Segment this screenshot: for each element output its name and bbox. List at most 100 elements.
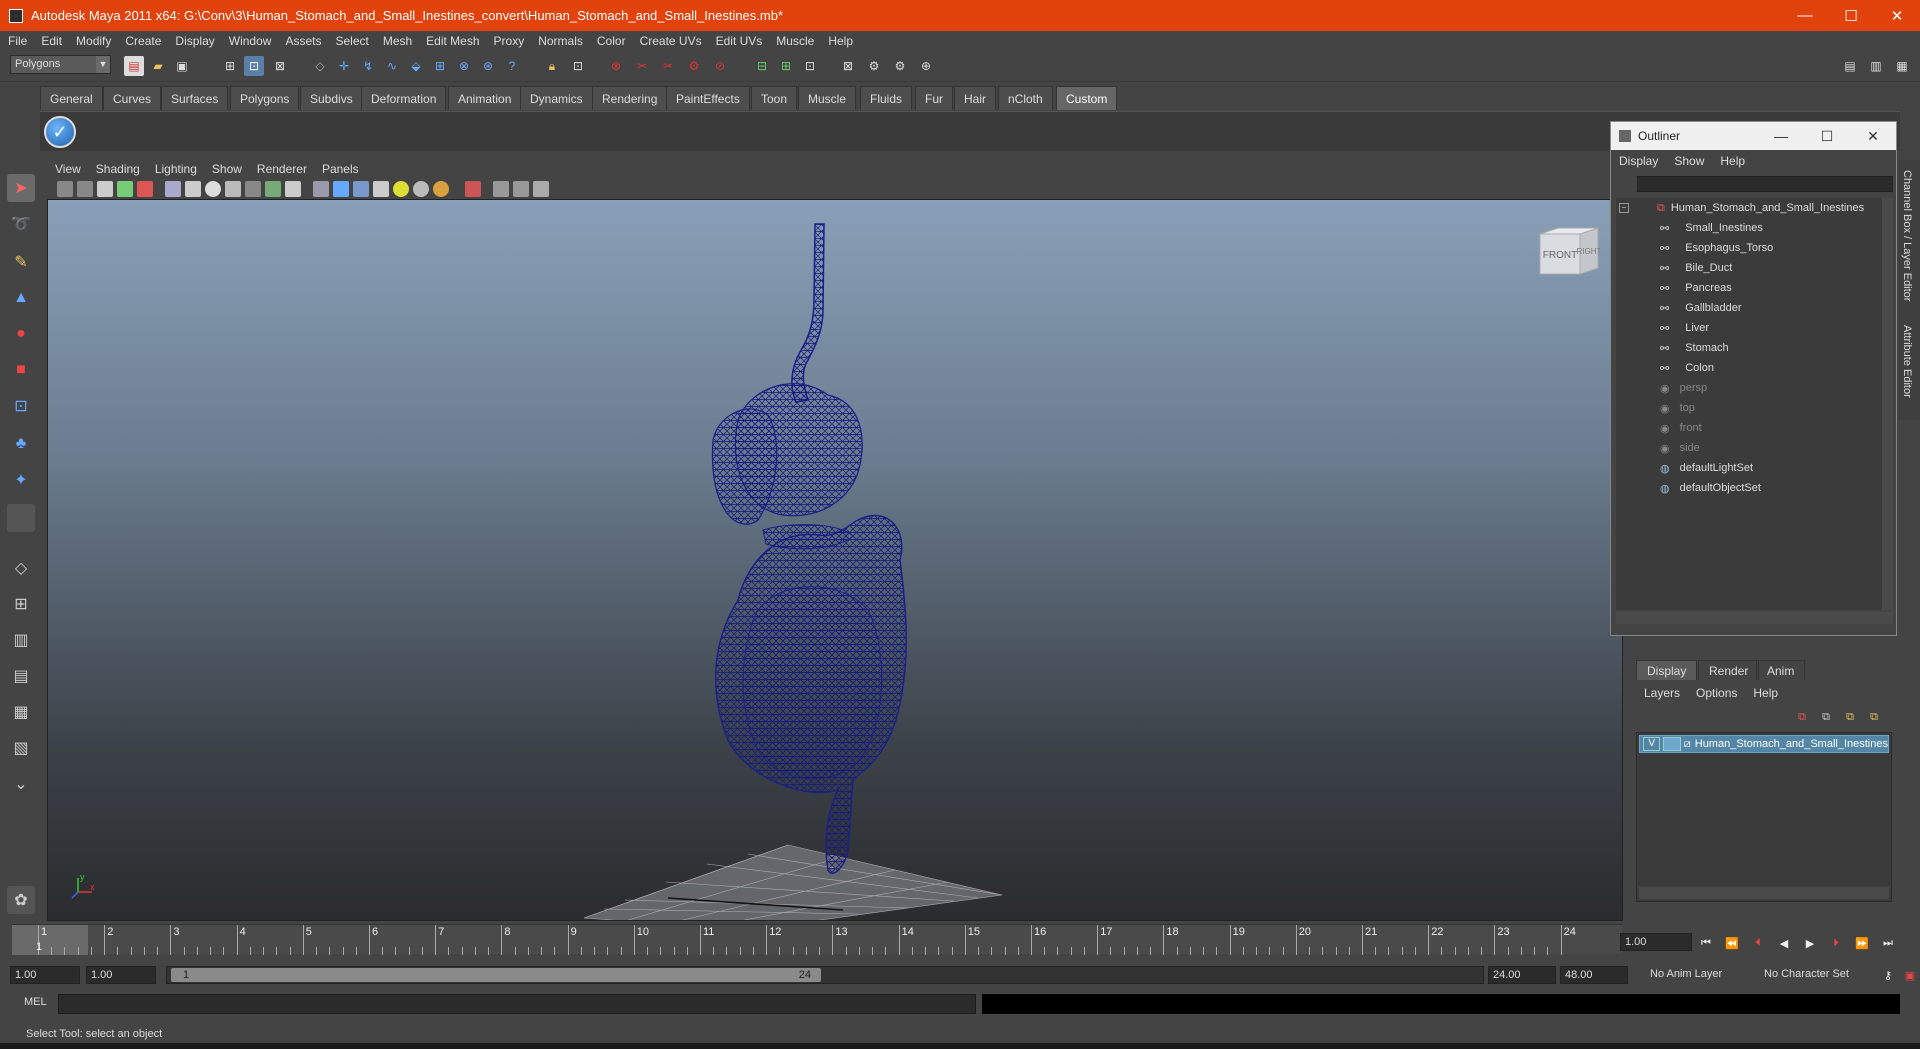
minimize-button[interactable]: — bbox=[1782, 0, 1828, 31]
time-slider[interactable]: 1 2 3 4 5 6 7 8 9 10 11 12 13 14 15 16 17 18 19 20 21 22 23 24 … bbox=[12, 924, 1622, 955]
menu-help[interactable]: Help bbox=[828, 34, 853, 48]
lasso-tool-icon[interactable]: ➰ bbox=[7, 210, 35, 238]
outliner-search-input[interactable] bbox=[1637, 176, 1893, 192]
show-hide-icon[interactable]: ⊟ bbox=[752, 56, 772, 76]
resolution-gate-icon[interactable] bbox=[205, 181, 221, 197]
current-time-field[interactable]: 1.00 bbox=[1620, 933, 1692, 951]
panel-menu-renderer[interactable]: Renderer bbox=[257, 162, 307, 176]
outliner-item-child[interactable]: ⚯ Stomach bbox=[1616, 338, 1882, 358]
character-set-dropdown[interactable]: No Character Set bbox=[1760, 966, 1878, 984]
menu-create-uvs[interactable]: Create UVs bbox=[640, 34, 702, 48]
mel-label[interactable]: MEL bbox=[24, 996, 47, 1008]
safe-title-icon[interactable] bbox=[285, 181, 301, 197]
menu-set-dropdown[interactable]: Polygons ▼ bbox=[10, 55, 111, 74]
step-back-frame-icon[interactable]: ⏴ bbox=[1748, 934, 1768, 952]
open-scene-icon[interactable]: ▰ bbox=[148, 56, 168, 76]
panel-menu-panels[interactable]: Panels bbox=[322, 162, 359, 176]
ipr-render-icon[interactable]: ✂ bbox=[658, 56, 678, 76]
snap-plane-icon[interactable]: ⬙ bbox=[406, 56, 426, 76]
ambient-occlusion-icon[interactable] bbox=[433, 181, 449, 197]
layer-color-icon[interactable]: ⧄ bbox=[1684, 738, 1691, 751]
select-hierarchy-icon[interactable]: ⊞ bbox=[220, 56, 240, 76]
play-forward-icon[interactable]: ▶ bbox=[1800, 934, 1820, 952]
perspective-viewport[interactable]: FRONT RIGHT x y bbox=[47, 199, 1623, 921]
layer-visibility-toggle[interactable]: V bbox=[1643, 737, 1661, 751]
anim-layer-dropdown[interactable]: No Anim Layer bbox=[1646, 966, 1756, 984]
camera-attributes-icon[interactable] bbox=[57, 181, 73, 197]
scale-tool-icon[interactable]: ■ bbox=[7, 356, 35, 384]
range-slider[interactable]: 1 24 bbox=[166, 966, 1484, 984]
render-view-icon[interactable]: ⚙ bbox=[890, 56, 910, 76]
render-frame-icon[interactable]: ✂ bbox=[632, 56, 652, 76]
outliner-item-set[interactable]: ◍ defaultLightSet bbox=[1616, 458, 1882, 478]
menu-edit[interactable]: Edit bbox=[41, 34, 62, 48]
soft-mod-tool-icon[interactable]: ♣ bbox=[7, 430, 35, 458]
persp-trax-layout-icon[interactable]: ▧ bbox=[7, 734, 35, 762]
history-icon[interactable]: ⊗ bbox=[606, 56, 626, 76]
menu-edit-mesh[interactable]: Edit Mesh bbox=[426, 34, 479, 48]
shelf-tab-muscle[interactable]: Muscle bbox=[798, 86, 857, 110]
wireframe-on-shaded-icon[interactable] bbox=[353, 181, 369, 197]
toggle-attribute-editor-icon[interactable]: ▦ bbox=[1892, 56, 1912, 76]
paint-select-tool-icon[interactable]: ✎ bbox=[7, 248, 35, 276]
outliner-menu-show[interactable]: Show bbox=[1674, 154, 1704, 172]
layer-horizontal-scrollbar[interactable] bbox=[1639, 887, 1889, 899]
four-view-layout-icon[interactable]: ⊞ bbox=[7, 590, 35, 618]
shelf-tab-animation[interactable]: Animation bbox=[448, 86, 522, 110]
shadows-icon[interactable] bbox=[413, 181, 429, 197]
step-forward-key-icon[interactable]: ⏩ bbox=[1852, 934, 1872, 952]
outliner-item-root[interactable]: − ⧉ Human_Stomach_and_Small_Inestines bbox=[1616, 198, 1882, 218]
menu-select[interactable]: Select bbox=[335, 34, 368, 48]
persp-outliner-layout-icon[interactable]: ▥ bbox=[7, 626, 35, 654]
shelf-tab-painteffects[interactable]: PaintEffects bbox=[666, 86, 750, 110]
use-all-lights-icon[interactable] bbox=[393, 181, 409, 197]
range-slider-thumb[interactable]: 1 24 bbox=[171, 968, 821, 982]
lock-icon[interactable]: 🔒︎ bbox=[542, 56, 562, 76]
select-object-icon[interactable]: ⊡ bbox=[244, 56, 264, 76]
snap-view-icon[interactable]: ⊗ bbox=[454, 56, 474, 76]
shelf-tab-hair[interactable]: Hair bbox=[954, 86, 997, 110]
single-perspective-layout-icon[interactable]: ◇ bbox=[7, 554, 35, 582]
menu-proxy[interactable]: Proxy bbox=[494, 34, 525, 48]
outliner-menu-display[interactable]: Display bbox=[1619, 154, 1658, 172]
playback-start-field[interactable]: 1.00 bbox=[86, 966, 156, 984]
gate-mask-icon[interactable] bbox=[225, 181, 241, 197]
layer-up-icon[interactable]: ⧉ bbox=[1792, 708, 1812, 726]
new-scene-icon[interactable]: ▤ bbox=[124, 56, 144, 76]
shelf-tab-toon[interactable]: Toon bbox=[751, 86, 798, 110]
shelf-tab-rendering[interactable]: Rendering bbox=[592, 86, 668, 110]
close-button[interactable]: ✕ bbox=[1874, 0, 1920, 31]
menu-assets[interactable]: Assets bbox=[285, 34, 321, 48]
maximize-button[interactable]: ☐ bbox=[1828, 0, 1874, 31]
channel-icon[interactable]: ⊡ bbox=[800, 56, 820, 76]
image-plane-icon[interactable] bbox=[97, 181, 113, 197]
end-time-field[interactable]: 48.00 bbox=[1560, 966, 1628, 984]
safe-action-icon[interactable] bbox=[265, 181, 281, 197]
toggle-panel-icon[interactable]: ▤ bbox=[1840, 56, 1860, 76]
shelf-tab-general[interactable]: General bbox=[40, 86, 103, 110]
layer-tab-display[interactable]: Display bbox=[1636, 660, 1698, 680]
outliner-item-child[interactable]: ⚯ Pancreas bbox=[1616, 278, 1882, 298]
show-manipulator-icon[interactable]: ✦ bbox=[7, 466, 35, 494]
outliner-item-child[interactable]: ⚯ Colon bbox=[1616, 358, 1882, 378]
camera-bookmark-icon[interactable] bbox=[77, 181, 93, 197]
checkmark-icon[interactable]: ✓ bbox=[44, 116, 76, 148]
select-tool-icon[interactable]: ➤ bbox=[7, 174, 35, 202]
last-tool-icon[interactable] bbox=[7, 504, 35, 532]
animal-icon[interactable]: ✿ bbox=[7, 886, 35, 914]
film-gate-icon[interactable] bbox=[185, 181, 201, 197]
shelf-tab-surfaces[interactable]: Surfaces bbox=[161, 86, 229, 110]
shelf-tab-polygons[interactable]: Polygons bbox=[230, 86, 300, 110]
menu-normals[interactable]: Normals bbox=[538, 34, 583, 48]
xray-joints-icon[interactable] bbox=[513, 181, 529, 197]
new-layer-selected-icon[interactable]: ⧉ bbox=[1864, 708, 1884, 726]
snap-grid-icon[interactable]: ✛ bbox=[334, 56, 354, 76]
grease-pencil-icon[interactable] bbox=[137, 181, 153, 197]
script-editor-icon[interactable]: ⊕ bbox=[916, 56, 936, 76]
grid-icon[interactable] bbox=[165, 181, 181, 197]
panel-menu-view[interactable]: View bbox=[55, 162, 81, 176]
render-settings-icon[interactable]: ⚙ bbox=[684, 56, 704, 76]
menu-display[interactable]: Display bbox=[175, 34, 214, 48]
panel-menu-shading[interactable]: Shading bbox=[96, 162, 140, 176]
outliner-minimize-button[interactable]: — bbox=[1758, 128, 1804, 144]
